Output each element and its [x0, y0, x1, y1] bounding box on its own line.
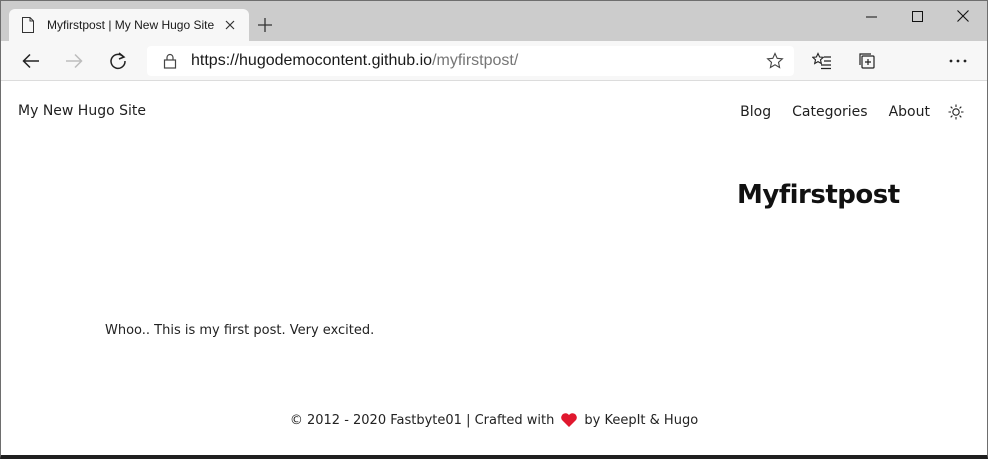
- collections-icon[interactable]: [851, 45, 883, 77]
- browser-toolbar: https://hugodemocontent.github.io/myfirs…: [1, 41, 987, 111]
- footer-credits: by KeepIt & Hugo: [584, 412, 699, 428]
- tab-bar: Myfirstpost | My New Hugo Site: [1, 1, 987, 41]
- close-window-icon[interactable]: [940, 1, 986, 31]
- page-icon: [22, 17, 34, 33]
- site-title-link[interactable]: My New Hugo Site: [18, 103, 146, 119]
- new-tab-icon[interactable]: [254, 14, 276, 36]
- url-text: https://hugodemocontent.github.io/myfirs…: [191, 52, 518, 70]
- nav-link-blog[interactable]: Blog: [740, 104, 771, 120]
- theme-toggle-sun-icon[interactable]: [948, 104, 964, 120]
- forward-arrow-icon[interactable]: [58, 45, 90, 77]
- tab-title: Myfirstpost | My New Hugo Site: [47, 18, 215, 32]
- post-title: Myfirstpost: [737, 180, 900, 210]
- nav-link-about[interactable]: About: [889, 104, 930, 120]
- site-nav: Blog Categories About: [719, 104, 964, 120]
- more-menu-icon[interactable]: [942, 45, 974, 77]
- address-bar[interactable]: https://hugodemocontent.github.io/myfirs…: [147, 46, 794, 76]
- heart-icon: [561, 413, 578, 427]
- favorites-list-icon[interactable]: [806, 45, 838, 77]
- maximize-icon[interactable]: [894, 1, 940, 31]
- footer-copyright: © 2012 - 2020 Fastbyte01 | Crafted with: [289, 412, 555, 428]
- web-page: My New Hugo Site Blog Categories About M…: [1, 82, 987, 455]
- site-footer: © 2012 - 2020 Fastbyte01 | Crafted with …: [1, 412, 987, 428]
- back-arrow-icon[interactable]: [15, 45, 47, 77]
- nav-link-categories[interactable]: Categories: [792, 104, 867, 120]
- url-host: https://hugodemocontent.github.io: [191, 52, 433, 69]
- browser-tab[interactable]: Myfirstpost | My New Hugo Site: [9, 9, 249, 41]
- lock-icon: [163, 53, 177, 69]
- url-path: /myfirstpost/: [432, 52, 519, 69]
- minimize-icon[interactable]: [848, 1, 894, 31]
- post-body: Whoo.. This is my first post. Very excit…: [105, 323, 375, 338]
- close-tab-icon[interactable]: [221, 16, 239, 34]
- browser-window: Myfirstpost | My New Hugo Site https://h…: [0, 0, 988, 459]
- refresh-icon[interactable]: [102, 45, 134, 77]
- favorite-star-icon[interactable]: [766, 52, 784, 70]
